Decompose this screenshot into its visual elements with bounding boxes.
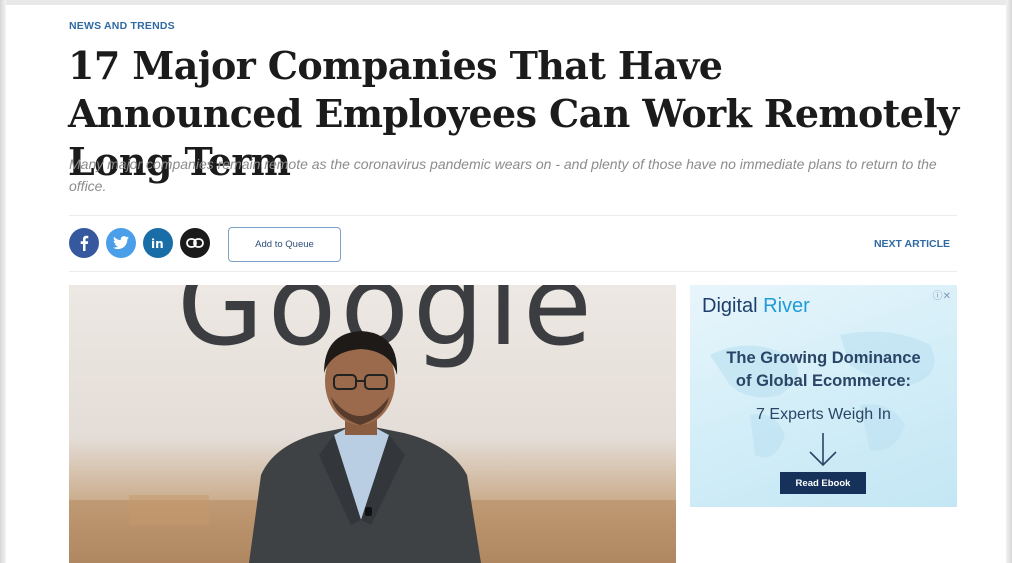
link-icon [186,238,204,248]
article-dek: Many major companies remain remote as th… [69,156,937,194]
add-to-queue-button[interactable]: Add to Queue [228,227,341,262]
logo-word-river: River [763,295,810,317]
ad-headline-line2: of Global Ecommerce: [735,372,912,390]
ad-subtitle: 7 Experts Weigh In [756,406,891,423]
hero-image: Google [69,285,676,563]
digital-river-logo: Digital River [702,295,810,318]
svg-text:in: in [151,237,164,250]
logo-word-digital: Digital [702,295,758,317]
ad-headline: The Growing Dominance of Global Ecommerc… [690,347,957,393]
copy-link-button[interactable] [180,228,210,258]
ad-choices-icon[interactable]: ⓘ✕ [933,287,951,302]
window-frame-top [0,0,1012,5]
facebook-icon [80,235,89,251]
linkedin-icon: in [151,237,164,250]
linkedin-share-button[interactable]: in [143,228,173,258]
arrow-down-icon [809,433,837,467]
ad-headline-line1: The Growing Dominance [726,349,921,367]
twitter-share-button[interactable] [106,228,136,258]
divider-bottom [69,271,957,272]
next-article-link[interactable]: NEXT ARTICLE [874,238,950,250]
window-frame-right [1006,0,1012,563]
article-category[interactable]: NEWS AND TRENDS [69,20,175,32]
divider-top [69,215,957,216]
twitter-icon [113,236,129,250]
read-ebook-button[interactable]: Read Ebook [780,472,866,494]
facebook-share-button[interactable] [69,228,99,258]
digital-river-ad[interactable]: ⓘ✕ Digital River The Growing Dominance o… [690,285,957,507]
speaker-figure [69,331,676,563]
window-frame-left [0,0,6,563]
